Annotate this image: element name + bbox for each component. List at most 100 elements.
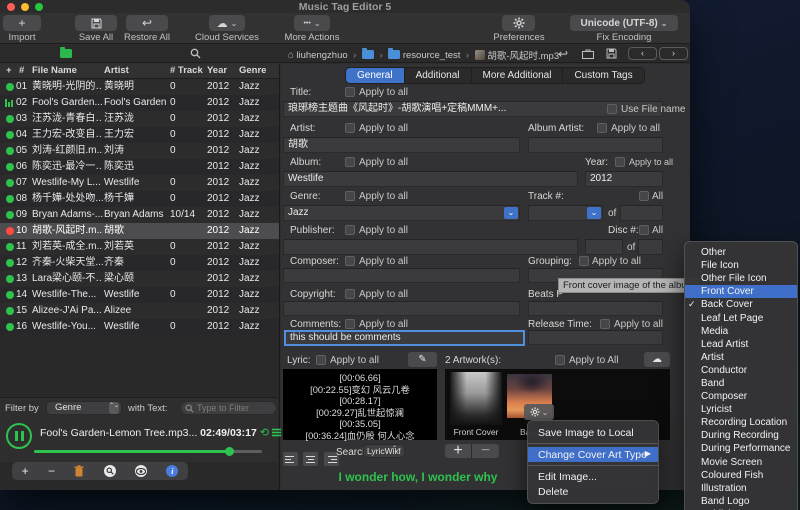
lyric-source-select[interactable]: LyricWiki ⌃⌄	[363, 444, 405, 458]
submenu-item-back-cover[interactable]: ✓Back Cover	[685, 298, 797, 311]
track-dropdown-button[interactable]: ⌄	[587, 207, 601, 219]
publisher-input[interactable]	[283, 239, 578, 255]
submenu-item-media[interactable]: Media	[685, 325, 797, 338]
restore-all-button[interactable]: ↩	[126, 15, 168, 31]
submenu-item-front-cover[interactable]: Front Cover	[685, 285, 797, 298]
table-row[interactable]: 08杨千嬅-处处吻...杨千嬅02012Jazz	[0, 191, 279, 207]
table-row[interactable]: 16Westlife-You...Westlife02012Jazz	[0, 319, 279, 335]
disc-total-input[interactable]	[638, 239, 663, 255]
tab-more-additional[interactable]: More Additional	[472, 68, 564, 83]
table-row[interactable]: 01黄晓明-光阴的…黄晓明02012Jazz	[0, 79, 279, 95]
table-row[interactable]: 15Alizee-J'Ai Pa...Alizee2012Jazz	[0, 303, 279, 319]
comments-input[interactable]: this should be comments	[284, 330, 525, 346]
submenu-item-movie-screen[interactable]: Movie Screen	[685, 456, 797, 469]
folder-icon[interactable]	[388, 50, 400, 59]
menu-item-delete[interactable]: Delete	[528, 484, 658, 499]
table-row[interactable]: 09Bryan Adams-...Bryan Adams10/142012Jaz…	[0, 207, 279, 223]
year-input[interactable]: 2012	[585, 171, 663, 187]
submenu-item-composer[interactable]: Composer	[685, 390, 797, 403]
album-artist-apply-checkbox[interactable]	[597, 123, 607, 133]
list-search-button[interactable]	[190, 48, 201, 59]
lyric-box[interactable]: [00:06.66] [00:22.55]变幻 风云几卷 [00:28.17] …	[283, 369, 437, 440]
beats-input[interactable]	[528, 301, 663, 316]
release-time-input[interactable]	[528, 330, 663, 345]
submenu-item-lead-artist[interactable]: Lead Artist	[685, 338, 797, 351]
table-row[interactable]: 11刘若英-成全.m...刘若英02012Jazz	[0, 239, 279, 255]
submenu-item-conductor[interactable]: Conductor	[685, 364, 797, 377]
add-artwork-button[interactable]: +	[445, 444, 472, 458]
next-file-button[interactable]: ›	[659, 47, 688, 60]
genre-select[interactable]: Jazz ⌄	[283, 205, 520, 221]
tab-general[interactable]: General	[346, 68, 405, 83]
breadcrumb-file[interactable]: 胡歌-风起时.mp3	[487, 48, 559, 62]
disc-all-checkbox[interactable]	[639, 225, 649, 235]
open-folder-button[interactable]	[60, 49, 72, 60]
edit-lyric-button[interactable]: ✎	[408, 352, 437, 367]
composer-apply-checkbox[interactable]	[345, 256, 355, 266]
table-row[interactable]: 02Fool's Garden...Fool's Garden02012Jazz	[0, 95, 279, 111]
remove-file-button[interactable]: −	[48, 464, 55, 478]
table-row[interactable]: 07Westlife-My L...Westlife02012Jazz	[0, 175, 279, 191]
align-center-button[interactable]	[303, 452, 318, 466]
align-left-button[interactable]	[283, 452, 298, 466]
copyright-input[interactable]	[283, 301, 520, 316]
more-actions-button[interactable]: ••• ⌄	[294, 15, 330, 31]
submenu-item-illustration[interactable]: Illustration	[685, 482, 797, 495]
column-status[interactable]: +	[6, 65, 12, 76]
column-num[interactable]: #	[19, 65, 24, 76]
repeat-icon[interactable]: ⟲	[260, 427, 269, 439]
menu-item-edit-image[interactable]: Edit Image...	[528, 469, 658, 484]
artist-apply-checkbox[interactable]	[345, 123, 355, 133]
breadcrumb-user[interactable]: liuhengzhuo	[296, 50, 347, 61]
submenu-item-recording-location[interactable]: Recording Location	[685, 416, 797, 429]
download-artwork-button[interactable]: ☁	[644, 352, 670, 367]
table-row[interactable]: 10胡歌-风起时.m...胡歌2012Jazz	[0, 223, 279, 239]
track-all-checkbox[interactable]	[639, 191, 649, 201]
title-apply-checkbox[interactable]	[345, 87, 355, 97]
track-no-select[interactable]: ⌄	[528, 205, 603, 221]
add-file-button[interactable]: +	[22, 464, 29, 478]
comments-apply-checkbox[interactable]	[345, 319, 355, 329]
tab-custom-tags[interactable]: Custom Tags	[563, 68, 643, 83]
progress-thumb[interactable]	[225, 447, 234, 456]
lyric-apply-checkbox[interactable]	[316, 355, 326, 365]
submenu-item-leaf-let-page[interactable]: Leaf Let Page	[685, 311, 797, 324]
save-all-button[interactable]	[75, 15, 117, 31]
submenu-item-band[interactable]: Band	[685, 377, 797, 390]
column-filename[interactable]: File Name	[32, 65, 77, 76]
menu-item-change-cover-type[interactable]: Change Cover Art Type ▶	[528, 447, 658, 462]
submenu-item-artist[interactable]: Artist	[685, 351, 797, 364]
disc-no-input[interactable]	[585, 239, 623, 255]
genre-apply-checkbox[interactable]	[345, 191, 355, 201]
previous-file-button[interactable]: ‹	[628, 47, 657, 60]
year-apply-checkbox[interactable]	[615, 157, 625, 167]
submenu-item-lyricist[interactable]: Lyricist	[685, 403, 797, 416]
toolbox-button[interactable]	[582, 49, 594, 59]
menu-item-save-image[interactable]: Save Image to Local	[528, 425, 658, 440]
submenu-item-file-icon[interactable]: File Icon	[685, 259, 797, 272]
table-row[interactable]: 12齐秦-火柴天堂....齐秦02012Jazz	[0, 255, 279, 271]
genre-dropdown-button[interactable]: ⌄	[504, 207, 518, 219]
encoding-select[interactable]: Unicode (UTF-8) ⌄	[570, 15, 678, 31]
remove-artwork-button[interactable]: −	[472, 444, 499, 458]
folder-icon[interactable]	[362, 50, 374, 59]
pause-button[interactable]	[6, 423, 32, 449]
artwork-front-cover[interactable]	[450, 372, 502, 425]
table-row[interactable]: 13Lara梁心颐-不…梁心颐2012Jazz	[0, 271, 279, 287]
submenu-item-other-file-icon[interactable]: Other File Icon	[685, 272, 797, 285]
table-row[interactable]: 03汪苏泷-青春白…汪苏泷02012Jazz	[0, 111, 279, 127]
submenu-item-during-performance[interactable]: During Performance	[685, 442, 797, 455]
artist-input[interactable]: 胡歌	[283, 137, 520, 153]
submenu-item-coloured-fish[interactable]: Coloured Fish	[685, 469, 797, 482]
tab-additional[interactable]: Additional	[405, 68, 472, 83]
artwork-apply-checkbox[interactable]	[555, 355, 565, 365]
copyright-apply-checkbox[interactable]	[345, 289, 355, 299]
submenu-item-during-recording[interactable]: During Recording	[685, 429, 797, 442]
cloud-services-button[interactable]: ☁ ⌄	[209, 15, 245, 31]
column-track[interactable]: # Track	[170, 65, 203, 76]
breadcrumb-folder[interactable]: resource_test	[403, 50, 461, 61]
submenu-item-band-logo[interactable]: Band Logo	[685, 495, 797, 508]
import-button[interactable]: +	[3, 15, 41, 31]
preview-button[interactable]	[135, 465, 147, 477]
undo-button[interactable]: ↩	[558, 47, 568, 61]
